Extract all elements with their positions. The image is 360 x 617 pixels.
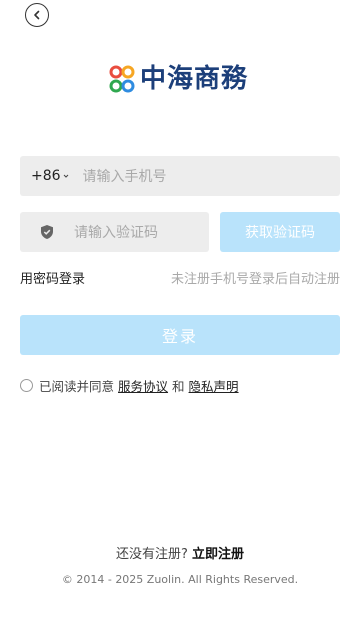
agreement-prefix: 已阅读并同意 [39,378,115,394]
phone-input[interactable]: 请输入手机号 [83,166,167,186]
privacy-statement-link[interactable]: 隐私声明 [189,376,239,395]
verification-code-input[interactable]: 请输入验证码 [74,222,158,242]
shield-icon [41,225,53,239]
register-now-link[interactable]: 立即注册 [192,547,244,562]
agreement-checkbox[interactable] [20,378,33,392]
phone-field[interactable]: +86 请输入手机号 [20,156,340,196]
brand-name: 中海商務 [140,64,249,94]
country-code-value: +86 [31,168,61,184]
auto-register-tip: 未注册手机号登录后自动注册 [170,272,340,287]
chevron-down-icon [63,174,68,178]
service-agreement-link[interactable]: 服务协议 [118,376,168,395]
password-login-link[interactable]: 用密码登录 [20,268,85,287]
chevron-left-icon [34,10,40,20]
get-code-button[interactable]: 获取验证码 [220,212,340,252]
brand-logo: 中海商務 [108,61,248,97]
country-code-select[interactable]: +86 [31,168,69,184]
no-account-text: 还没有注册? [115,547,188,562]
verification-code-field[interactable]: 请输入验证码 [20,212,209,252]
back-button[interactable] [25,3,49,27]
login-button[interactable]: 登录 [20,315,340,355]
register-prompt: 还没有注册? 立即注册 [0,543,360,562]
agreement-and: 和 [172,378,185,394]
logo-mark-icon [109,65,135,93]
copyright: © 2014 - 2025 Zuolin. All Rights Reserve… [61,573,299,586]
agreement-row: 已阅读并同意 服务协议 和 隐私声明 [20,376,243,395]
